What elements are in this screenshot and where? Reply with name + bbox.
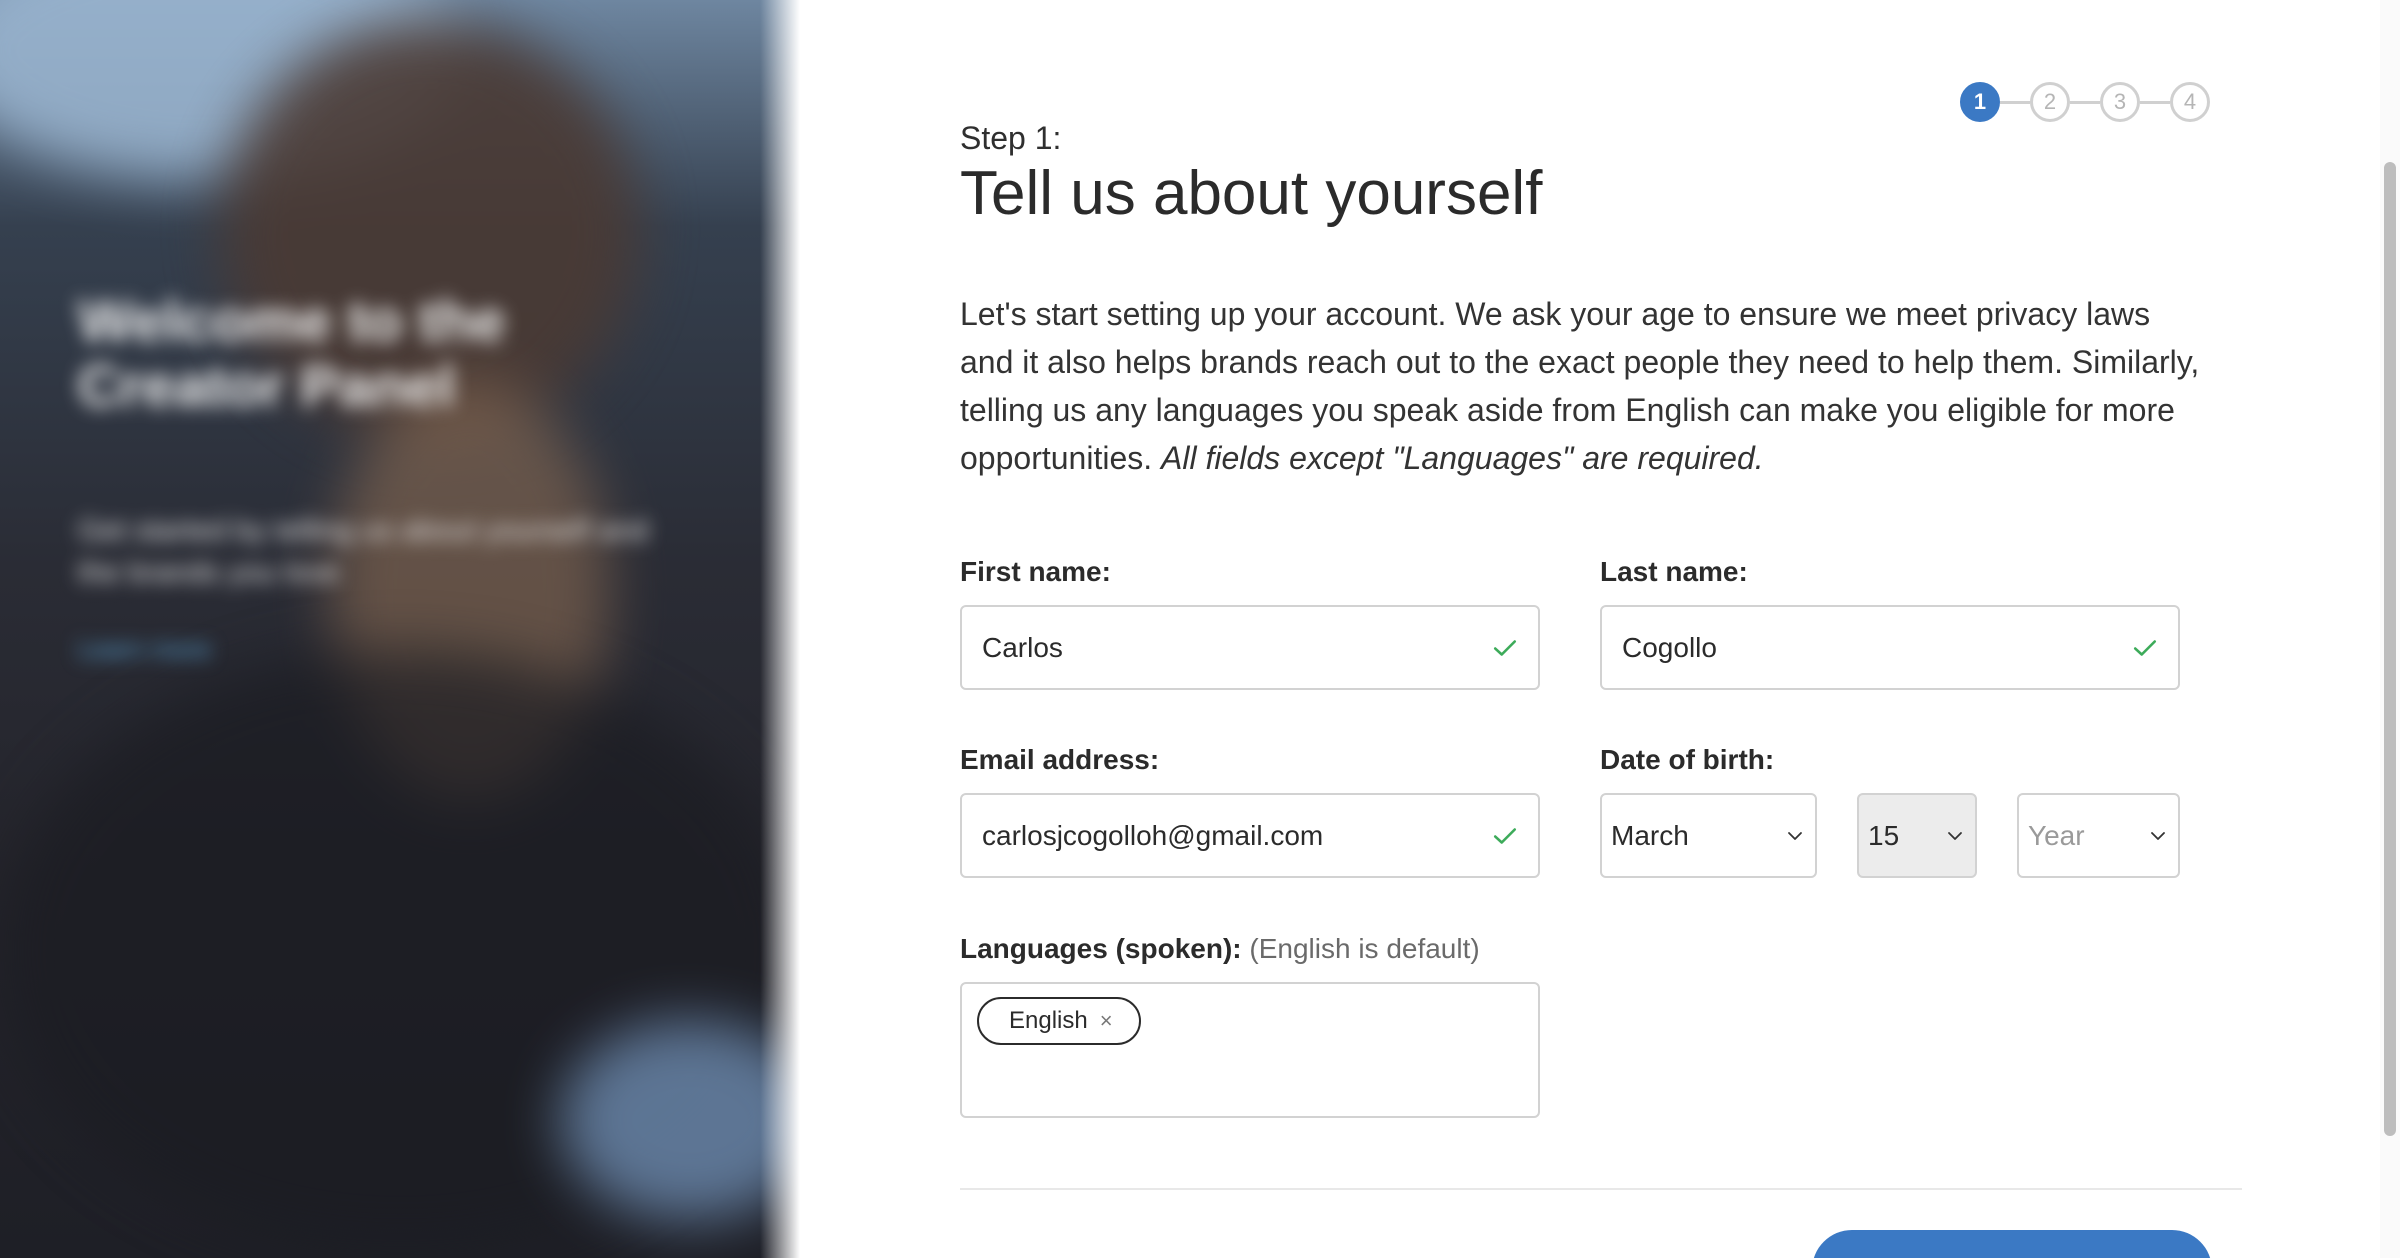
- chevron-down-icon: [1948, 831, 1962, 840]
- first-name-label: First name:: [960, 556, 1111, 587]
- check-icon: [1493, 827, 1517, 844]
- next-button[interactable]: [1812, 1230, 2212, 1258]
- dob-day-value: 15: [1868, 819, 1900, 851]
- step-connector: [2000, 100, 2030, 104]
- last-name-label: Last name:: [1600, 556, 1748, 587]
- email-input[interactable]: [982, 819, 1492, 852]
- check-icon: [1493, 639, 1517, 656]
- language-chip-label: English: [1009, 1007, 1088, 1034]
- step-3-indicator: 3: [2100, 82, 2140, 122]
- hero-text: Welcome to the Creator Panel Get started…: [78, 289, 678, 665]
- page-title: Tell us about yourself: [960, 159, 1543, 228]
- languages-label: Languages (spoken): (English is default): [960, 933, 1480, 965]
- step-2-indicator: 2: [2030, 82, 2070, 122]
- hero-link[interactable]: Learn more: [78, 634, 678, 665]
- chevron-down-icon: [2151, 831, 2165, 840]
- languages-label-text: Languages (spoken):: [960, 933, 1242, 964]
- step-1-indicator: 1: [1960, 82, 2000, 122]
- chevron-down-icon: [1788, 831, 1802, 840]
- step-connector: [2140, 100, 2170, 104]
- hero-subtitle: Get started by telling us about yourself…: [78, 513, 649, 589]
- hero-title: Welcome to the Creator Panel: [78, 289, 506, 419]
- required-note: All fields except "Languages" are requir…: [1161, 440, 1764, 476]
- hero-panel: Welcome to the Creator Panel Get started…: [0, 0, 800, 1258]
- check-icon: [2133, 639, 2157, 656]
- close-icon[interactable]: ×: [1100, 1010, 1113, 1032]
- scrollbar-thumb[interactable]: [2384, 162, 2396, 1136]
- step-connector: [2070, 100, 2100, 104]
- step-4-indicator: 4: [2170, 82, 2210, 122]
- intro-paragraph: Let's start setting up your account. We …: [960, 290, 2200, 482]
- step-label: Step 1:: [960, 120, 1062, 156]
- dob-month-select[interactable]: March: [1600, 793, 1817, 878]
- first-name-field[interactable]: [960, 605, 1540, 690]
- progress-stepper: 1 2 3 4: [1960, 82, 2210, 122]
- email-field[interactable]: [960, 793, 1540, 878]
- scrollbar-track[interactable]: [2380, 0, 2400, 1258]
- email-label: Email address:: [960, 744, 1160, 775]
- dob-label: Date of birth:: [1600, 744, 1775, 775]
- hero-fade: [760, 0, 800, 1258]
- dob-month-value: March: [1611, 819, 1689, 851]
- language-chip[interactable]: English ×: [977, 997, 1141, 1045]
- dob-year-placeholder: Year: [2028, 819, 2085, 851]
- last-name-field[interactable]: [1600, 605, 2180, 690]
- form-divider: [960, 1188, 2242, 1190]
- languages-input[interactable]: English ×: [960, 982, 1540, 1118]
- dob-day-select[interactable]: 15: [1857, 793, 1977, 878]
- dob-year-select[interactable]: Year: [2017, 793, 2180, 878]
- languages-hint: (English is default): [1249, 933, 1480, 964]
- first-name-input[interactable]: [982, 631, 1492, 664]
- last-name-input[interactable]: [1622, 631, 2132, 664]
